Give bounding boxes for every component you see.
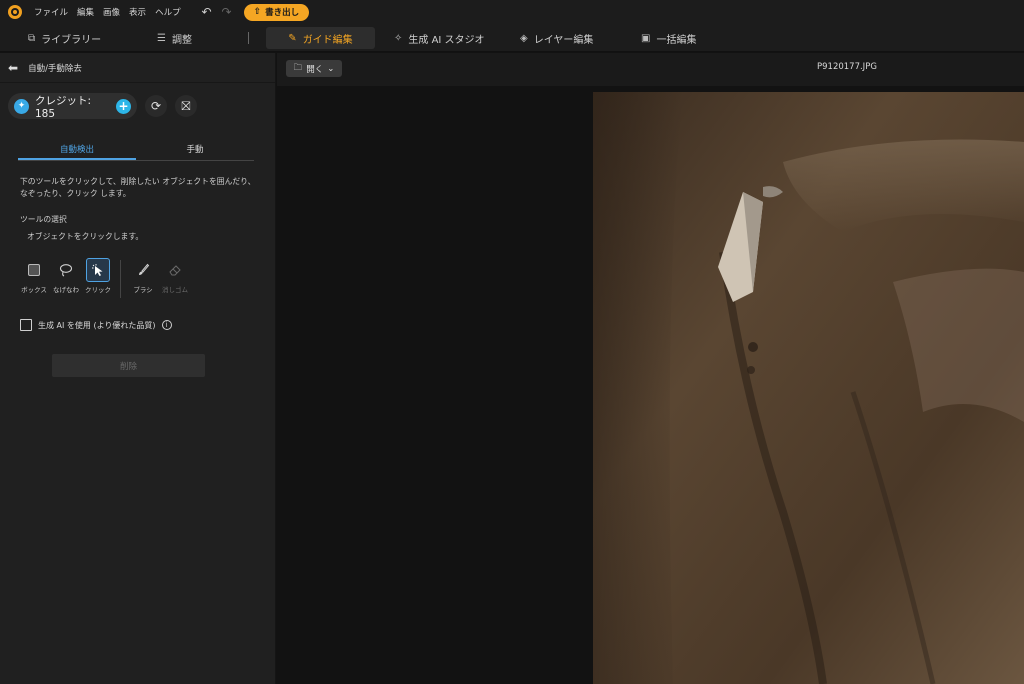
photo-fabric-image	[593, 92, 1024, 684]
panel-header: ⬅ 自動/手動除去	[0, 53, 275, 83]
box-select-icon	[22, 258, 46, 282]
tab-adjust[interactable]: ☰ 調整	[157, 27, 192, 49]
lasso-icon	[54, 258, 78, 282]
credit-row: ✦ クレジット: 185 + ⟳ ⛝	[8, 93, 197, 120]
brush-tool-label: ブラシ	[133, 286, 153, 294]
tab-layer-edit-label: レイヤー編集	[533, 34, 594, 46]
cursor-click-icon	[86, 258, 110, 282]
tab-gen-ai-studio-label: 生成 AI スタジオ	[408, 34, 485, 46]
tab-adjust-label: 調整	[171, 34, 192, 46]
brush-icon	[131, 258, 155, 282]
menu-view[interactable]: 表示	[129, 6, 146, 18]
tab-layer-edit[interactable]: ◈ レイヤー編集	[520, 27, 593, 49]
tab-batch-edit-label: 一括編集	[656, 34, 697, 46]
tool-panel: ⬅ 自動/手動除去 ✦ クレジット: 185 + ⟳ ⛝ 自動検出 手動 下のツ…	[0, 53, 276, 684]
lasso-tool[interactable]: なげなわ	[50, 258, 82, 294]
redo-icon[interactable]: ↷	[220, 5, 234, 19]
box-tool[interactable]: ボックス	[18, 258, 50, 294]
tab-batch-edit[interactable]: ▣ 一括編集	[641, 27, 696, 49]
sparkle-icon: ✧	[394, 32, 403, 44]
add-credit-button[interactable]: +	[116, 98, 131, 114]
tab-guided-edit-label: ガイド編集	[302, 34, 353, 46]
canvas-toolbar: 🗀 開く ⌄ P9120177.JPG	[277, 53, 1024, 86]
tab-auto-detect[interactable]: 自動検出	[18, 141, 136, 160]
export-button[interactable]: ⇧ 書き出し	[243, 3, 310, 21]
click-tool[interactable]: クリック	[82, 258, 114, 294]
tool-selector: ボックス なげなわ クリック ブラシ 消しゴム	[18, 258, 191, 298]
menu-edit[interactable]: 編集	[77, 6, 94, 18]
tool-divider	[120, 260, 121, 298]
eraser-tool[interactable]: 消しゴム	[159, 258, 191, 294]
panel-title: 自動/手動除去	[28, 63, 82, 74]
detection-tabs: 自動検出 手動	[18, 141, 254, 161]
mode-divider	[248, 32, 249, 44]
open-button[interactable]: 🗀 開く ⌄	[286, 60, 342, 77]
gift-button[interactable]: ⛝	[175, 95, 197, 117]
refresh-icon: ⟳	[150, 99, 162, 113]
chevron-down-icon: ⌄	[327, 63, 335, 74]
tab-library[interactable]: ⧉ ライブラリー	[28, 27, 101, 49]
open-label: 開く	[306, 64, 324, 75]
file-name: P9120177.JPG	[817, 62, 877, 72]
library-icon: ⧉	[28, 32, 36, 44]
instruction-text: 下のツールをクリックして、削除したい オブジェクトを囲んだり、なぞったり、クリッ…	[20, 177, 256, 198]
credit-star-icon: ✦	[14, 98, 29, 114]
lasso-tool-label: なげなわ	[53, 286, 79, 294]
gen-ai-label: 生成 AI を使用 (より優れた品質)	[38, 320, 156, 330]
tool-hint-text: オブジェクトをクリックします。	[27, 232, 144, 241]
tab-manual[interactable]: 手動	[136, 141, 254, 160]
eraser-icon	[163, 258, 187, 282]
credit-badge: ✦ クレジット: 185 +	[8, 93, 137, 120]
menu-file[interactable]: ファイル	[34, 6, 68, 18]
brush-tool[interactable]: ブラシ	[127, 258, 159, 294]
folder-icon: 🗀	[293, 62, 303, 73]
magic-wand-icon: ✎	[288, 32, 297, 44]
eraser-tool-label: 消しゴム	[162, 286, 188, 294]
gen-ai-checkbox[interactable]	[20, 319, 32, 331]
app-logo-icon	[8, 5, 22, 19]
mode-bar: ⧉ ライブラリー ☰ 調整 ✎ ガイド編集 ✧ 生成 AI スタジオ ◈ レイヤ…	[0, 24, 1024, 52]
tab-library-label: ライブラリー	[41, 34, 102, 46]
photo-preview[interactable]	[593, 92, 1024, 684]
upload-icon: ⇧	[253, 7, 262, 17]
sliders-icon: ☰	[157, 32, 166, 44]
click-tool-label: クリック	[85, 286, 111, 294]
menu-image[interactable]: 画像	[103, 6, 120, 18]
back-arrow-icon[interactable]: ⬅	[8, 61, 18, 75]
refresh-button[interactable]: ⟳	[145, 95, 167, 117]
remove-button[interactable]: 削除	[52, 354, 205, 377]
gen-ai-option: 生成 AI を使用 (より優れた品質) i	[20, 319, 172, 331]
menu-help[interactable]: ヘルプ	[155, 6, 181, 18]
info-icon[interactable]: i	[161, 320, 172, 330]
batch-icon: ▣	[641, 32, 651, 44]
export-label: 書き出し	[265, 8, 300, 18]
tab-guided-edit[interactable]: ✎ ガイド編集	[266, 27, 375, 49]
gift-icon: ⛝	[181, 98, 191, 113]
credit-count: クレジット: 185	[35, 94, 92, 120]
tool-selection-heading: ツールの選択	[20, 215, 67, 224]
undo-icon[interactable]: ↶	[200, 5, 214, 19]
menu-bar: ファイル 編集 画像 表示 ヘルプ ↶ ↷ ⇧ 書き出し	[0, 0, 1024, 24]
tab-gen-ai-studio[interactable]: ✧ 生成 AI スタジオ	[394, 27, 485, 49]
box-tool-label: ボックス	[21, 286, 47, 294]
image-canvas[interactable]	[277, 86, 1024, 684]
layers-icon: ◈	[520, 32, 528, 44]
